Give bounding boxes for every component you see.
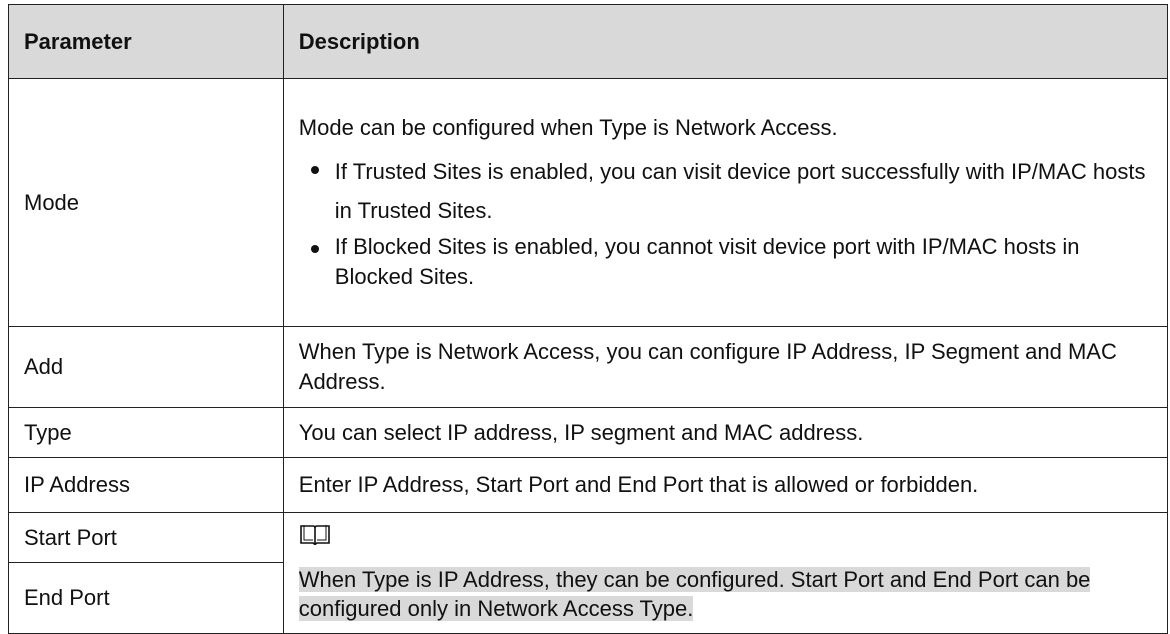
table-header-row: Parameter Description [8, 4, 1169, 79]
parameter-table-container: Parameter Description Mode Mode can be c… [8, 4, 1169, 634]
book-note-icon [299, 523, 331, 555]
header-description: Description [282, 4, 1169, 79]
mode-bullet-trusted: If Trusted Sites is enabled, you can vis… [299, 153, 1152, 230]
desc-ports-note: When Type is IP Address, they can be con… [282, 512, 1169, 634]
parameter-table: Parameter Description Mode Mode can be c… [8, 4, 1169, 634]
desc-ip-address: Enter IP Address, Start Port and End Por… [282, 457, 1169, 513]
note-text: When Type is IP Address, they can be con… [298, 566, 1091, 622]
table-row-start-port: Start Port When Type is IP Address, they… [8, 512, 1169, 634]
desc-mode: Mode can be configured when Type is Netw… [282, 78, 1169, 327]
param-end-port: End Port [8, 562, 284, 634]
header-parameter: Parameter [8, 4, 284, 79]
table-row-add: Add When Type is Network Access, you can… [8, 326, 1169, 408]
param-mode: Mode [8, 78, 284, 327]
mode-intro: Mode can be configured when Type is Netw… [298, 115, 838, 141]
mode-bullet-list: If Trusted Sites is enabled, you can vis… [299, 153, 1152, 291]
param-type: Type [8, 407, 284, 458]
param-add: Add [8, 326, 284, 408]
param-start-port: Start Port [8, 512, 284, 563]
table-row-mode: Mode Mode can be configured when Type is… [8, 78, 1169, 327]
mode-bullet-blocked: If Blocked Sites is enabled, you cannot … [299, 232, 1152, 291]
table-row-type: Type You can select IP address, IP segme… [8, 407, 1169, 458]
table-row-ip-address: IP Address Enter IP Address, Start Port … [8, 457, 1169, 513]
desc-add: When Type is Network Access, you can con… [282, 326, 1169, 408]
desc-type: You can select IP address, IP segment an… [282, 407, 1169, 458]
param-ip-address: IP Address [8, 457, 284, 513]
